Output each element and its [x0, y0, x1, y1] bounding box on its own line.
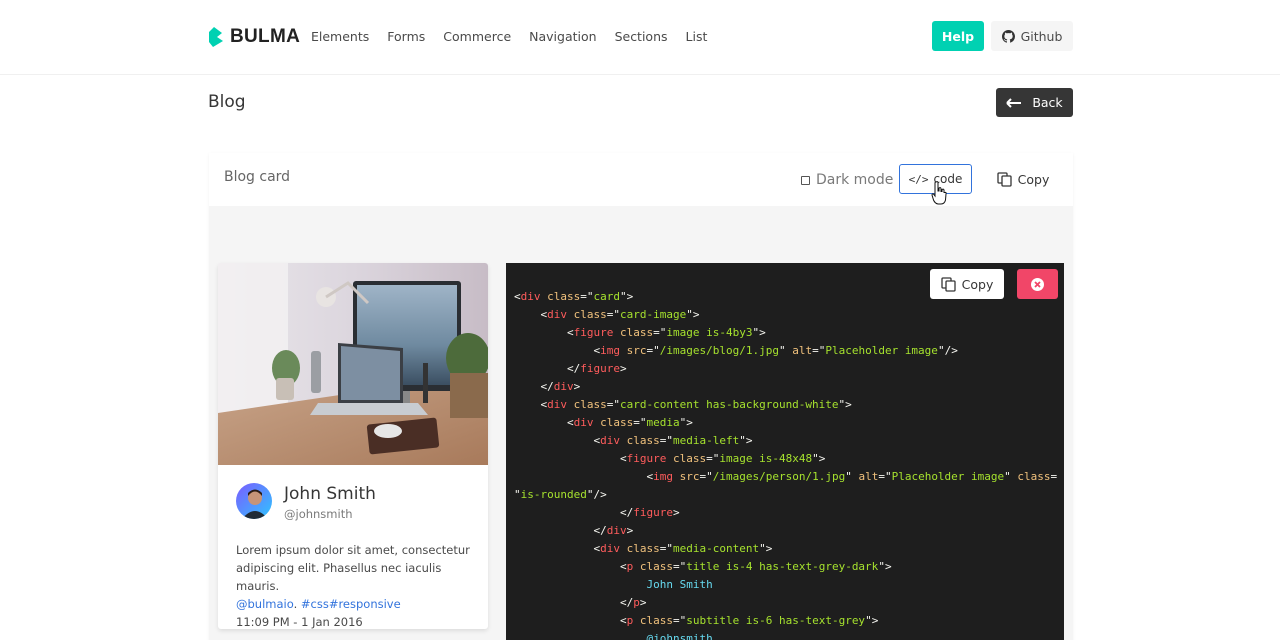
brand[interactable]: BULMA [208, 26, 300, 48]
github-button[interactable]: Github [991, 21, 1073, 51]
separator: . [293, 597, 301, 611]
code-line: </figure> [567, 362, 627, 375]
mention-link[interactable]: @bulmaio [236, 597, 294, 611]
code-line: @johnsmith [646, 632, 713, 640]
bulma-logo-icon [209, 27, 223, 47]
close-code-button[interactable] [1017, 269, 1058, 299]
code-icon: </> [908, 172, 929, 186]
timestamp: 11:09 PM - 1 Jan 2016 [236, 615, 363, 629]
author-name: John Smith [284, 484, 376, 504]
github-label: Github [1020, 28, 1063, 44]
code-line: </figure> [620, 506, 680, 519]
panel-title: Blog card [224, 169, 291, 185]
dark-mode-checkbox[interactable] [801, 175, 810, 185]
code-line: <img src="/images/blog/1.jpg" alt="Place… [593, 344, 958, 357]
code-line: <figure class="image is-48x48"> [620, 452, 826, 465]
dark-mode-label: Dark mode [816, 172, 894, 188]
help-button[interactable]: Help [932, 21, 984, 51]
nav-menu: Elements Forms Commerce Navigation Secti… [311, 29, 725, 44]
back-label: Back [1032, 95, 1063, 110]
nav-item-commerce[interactable]: Commerce [443, 29, 511, 44]
code-line: <figure class="image is-4by3"> [567, 326, 766, 339]
code-line: <div class="media-left"> [593, 434, 753, 447]
code-line: <p class="title is-4 has-text-grey-dark"… [620, 560, 892, 573]
code-line: <img src="/images/person/1.jpg" alt="Pla… [646, 470, 1058, 483]
nav-item-sections[interactable]: Sections [615, 29, 668, 44]
copy-code-label: Copy [961, 276, 994, 292]
code-line: </div> [540, 380, 581, 393]
copy-button[interactable]: Copy [987, 164, 1059, 194]
tags-link[interactable]: #css#responsive [301, 597, 401, 611]
author-handle: @johnsmith [284, 507, 353, 521]
card-image [218, 263, 488, 465]
hand-cursor-icon [931, 181, 947, 205]
brand-name: BULMA [230, 26, 301, 47]
back-button[interactable]: Back [996, 88, 1073, 117]
code-line: <div class="card-image"> [540, 308, 700, 321]
nav-item-list[interactable]: List [686, 29, 708, 44]
copy-icon [996, 171, 1012, 187]
code-line: </p> [620, 596, 647, 609]
code-block: <div class="card"> <div class="card-imag… [514, 288, 1057, 640]
code-line: <div class="media"> [567, 416, 693, 429]
copy-label: Copy [1017, 171, 1050, 187]
page-title: Blog [208, 92, 246, 112]
arrow-left-icon [1006, 97, 1022, 108]
nav-item-forms[interactable]: Forms [387, 29, 425, 44]
code-line: <div class="card-content has-background-… [540, 398, 852, 411]
close-icon [1031, 277, 1044, 291]
avatar[interactable] [236, 483, 272, 519]
top-navbar: BULMA Elements Forms Commerce Navigation… [0, 0, 1280, 75]
code-line: </div> [593, 524, 634, 537]
avatar-image [236, 483, 272, 519]
code-line: <div class="media-content"> [593, 542, 773, 555]
code-panel: <div class="card"> <div class="card-imag… [506, 263, 1064, 640]
card-body: Lorem ipsum dolor sit amet, consectetur … [236, 541, 476, 629]
copy-icon [940, 276, 956, 292]
code-line: <p class="subtitle is-6 has-text-grey"> [620, 614, 879, 627]
code-line: "is-rounded"/> [514, 488, 607, 501]
dark-mode-toggle[interactable]: Dark mode [801, 172, 893, 188]
github-icon [1001, 29, 1015, 43]
nav-item-navigation[interactable]: Navigation [529, 29, 596, 44]
nav-item-elements[interactable]: Elements [311, 29, 369, 44]
blog-card: John Smith @johnsmith Lorem ipsum dolor … [218, 263, 488, 629]
code-line: John Smith [646, 578, 713, 591]
card-body-text: Lorem ipsum dolor sit amet, consectetur … [236, 543, 470, 593]
desk-photo [218, 263, 488, 465]
copy-code-button[interactable]: Copy [930, 269, 1004, 299]
